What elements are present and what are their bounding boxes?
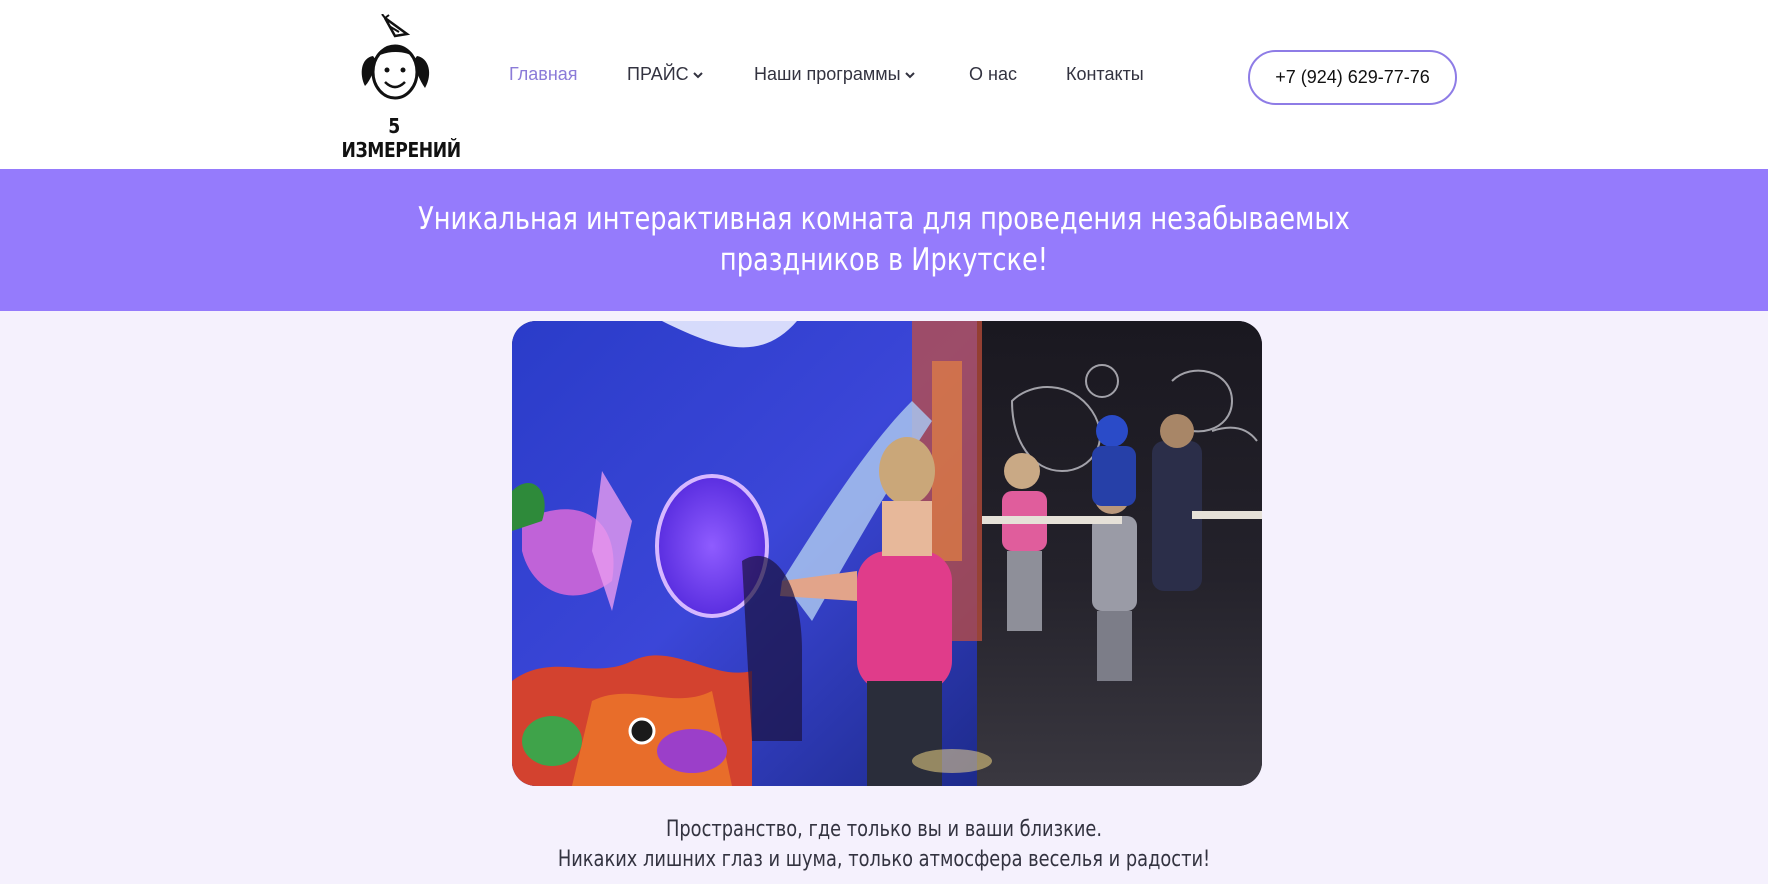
main-nav: Главная ПРАЙС Наши программы О нас Конта… (0, 0, 1768, 152)
nav-item-home[interactable]: Главная (509, 64, 578, 85)
nav-item-label: О нас (969, 64, 1017, 84)
nav-item-label: Наши программы (754, 64, 901, 84)
phone-button[interactable]: +7 (924) 629-77-76 (1248, 50, 1457, 105)
chevron-down-icon (904, 71, 915, 78)
kids-interactive-projection-room-photo (512, 321, 1262, 786)
description-line-1: Пространство, где только вы и ваши близк… (665, 817, 1103, 842)
nav-item-about[interactable]: О нас (969, 64, 1017, 85)
nav-item-price[interactable]: ПРАЙС (627, 64, 704, 85)
nav-item-contacts[interactable]: Контакты (1066, 64, 1144, 85)
description-line-2: Никаких лишних глаз и шума, только атмос… (557, 847, 1211, 872)
page-title: Уникальная интерактивная комната для про… (418, 201, 1350, 278)
nav-item-label: Контакты (1066, 64, 1144, 84)
site-header: 5 ИЗМЕРЕНИЙ Главная ПРАЙС Наши программы… (0, 0, 1768, 169)
nav-item-programs[interactable]: Наши программы (754, 64, 916, 85)
nav-item-label: ПРАЙС (627, 64, 689, 84)
nav-item-label: Главная (509, 64, 578, 84)
hero-image (512, 321, 1262, 786)
description: Пространство, где только вы и ваши близк… (0, 815, 1768, 875)
chevron-down-icon (692, 71, 703, 78)
hero-banner: Уникальная интерактивная комната для про… (0, 169, 1768, 311)
